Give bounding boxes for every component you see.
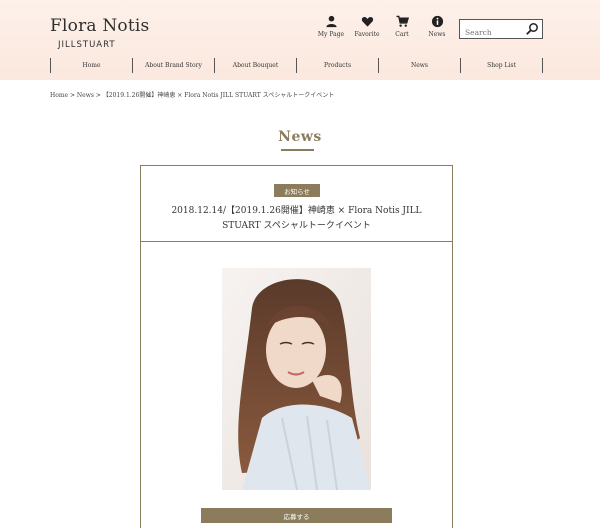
brand-name: Flora Notis [50,16,150,36]
article-header: お知らせ 2018.12.14/【2019.1.26開催】神崎恵 × Flora… [141,166,452,242]
nav-news[interactable]: News [378,58,460,73]
article-title-line2: STUART スペシャルトークイベント [222,221,371,231]
search-box [459,19,543,42]
favorite-label: Favorite [354,31,380,38]
title-underline [281,149,314,151]
nav-home[interactable]: Home [50,58,132,73]
person-icon [325,15,337,28]
news-link[interactable]: News [417,15,457,38]
search-icon[interactable] [525,22,539,36]
article-photo [222,268,371,490]
cart-icon [395,15,409,27]
brand-sub: JILLSTUART [58,40,116,50]
brand-logo[interactable]: Flora Notis JILLSTUART [50,16,149,50]
heart-icon [361,17,373,27]
breadcrumb: Home > News > 【2019.1.26開催】神崎恵 × Flora N… [50,92,335,99]
article-card: お知らせ 2018.12.14/【2019.1.26開催】神崎恵 × Flora… [140,165,453,528]
article-title-line1: 2018.12.14/【2019.1.26開催】神崎恵 × Flora Noti… [171,206,422,216]
news-label: News [428,31,446,38]
mypage-label: My Page [317,31,345,38]
info-icon [431,15,443,28]
category-badge: お知らせ [274,184,320,197]
main-nav: Home About Brand Story About Bouquet Pro… [50,58,543,73]
mypage-link[interactable]: My Page [311,15,351,38]
cart-label: Cart [395,31,409,38]
favorite-link[interactable]: Favorite [347,15,387,38]
portrait-image [222,268,371,490]
nav-about-brand-story[interactable]: About Brand Story [132,58,214,73]
cart-link[interactable]: Cart [382,15,422,38]
nav-about-bouquet[interactable]: About Bouquet [214,58,296,73]
article-title: 2018.12.14/【2019.1.26開催】神崎恵 × Flora Noti… [151,204,442,234]
page-title: News [278,129,322,145]
search-input[interactable] [460,23,524,42]
nav-shop-list[interactable]: Shop List [460,58,543,73]
site-header: Flora Notis JILLSTUART My Page Favorite … [0,0,600,80]
apply-button[interactable]: 応募する [201,508,392,523]
nav-products[interactable]: Products [296,58,378,73]
